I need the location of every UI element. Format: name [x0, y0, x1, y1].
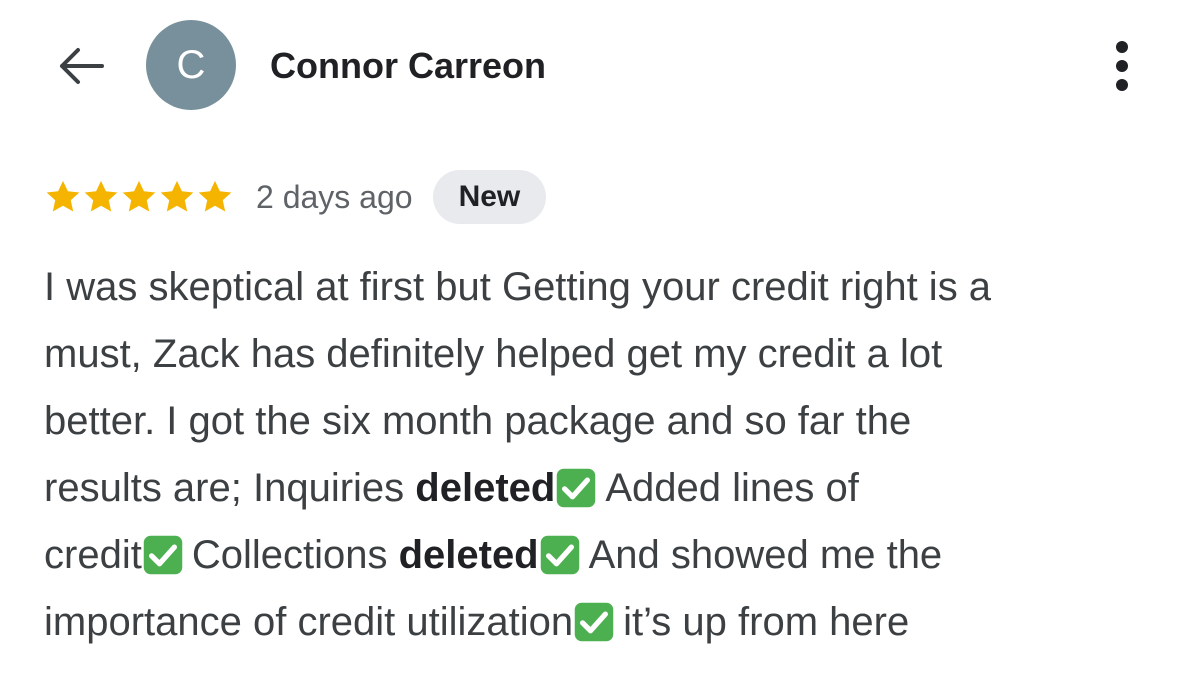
review-text-emphasis: deleted	[415, 466, 556, 510]
review-text-segment: must, Zack has definitely helped get my …	[44, 332, 943, 376]
white-check-mark-icon	[540, 535, 579, 575]
review-text-segment: I was skeptical at first but Getting you…	[44, 265, 992, 309]
star-rating	[44, 178, 234, 216]
review-line: I was skeptical at first but Getting you…	[44, 254, 1174, 321]
review-line: importance of credit utilization it’s up …	[44, 589, 1174, 656]
review-text-segment: it’s up from here	[623, 600, 910, 644]
white-check-mark-icon	[143, 535, 183, 575]
review-text-segment: credit	[44, 533, 142, 577]
avatar-letter: C	[176, 42, 206, 87]
star-icon	[46, 180, 80, 212]
review-line: credit Collections deleted And showed me t…	[44, 522, 1174, 589]
review-text-segment: Added lines of	[605, 466, 859, 510]
review-text-emphasis: deleted	[398, 533, 539, 577]
review-text-segment: better. I got the six month package and …	[44, 399, 912, 443]
review-time: 2 days ago	[256, 178, 413, 215]
review-meta: 2 days ago New	[44, 168, 547, 226]
review-text-segment: results are; Inquiries	[44, 466, 416, 510]
arrow-left-icon	[60, 48, 104, 84]
review-text-segment: importance of credit utilization	[44, 600, 574, 644]
back-button[interactable]	[50, 40, 110, 92]
review-header: C Connor Carreon	[0, 0, 1200, 130]
white-check-mark-icon	[574, 602, 614, 642]
review-line: results are; Inquiries deleted Added line…	[44, 455, 1174, 522]
more-options-button[interactable]	[1100, 36, 1144, 96]
author-name[interactable]: Connor Carreon	[270, 44, 546, 88]
review-text: I was skeptical at first but Getting you…	[44, 254, 1174, 656]
review-text-segment: And showed me the	[588, 533, 943, 577]
star-icon	[198, 180, 232, 212]
star-icon	[160, 180, 194, 212]
star-icon	[84, 180, 118, 212]
more-vertical-icon	[1116, 41, 1128, 91]
review-line: must, Zack has definitely helped get my …	[44, 321, 1174, 388]
avatar[interactable]: C	[146, 20, 236, 110]
new-badge: New	[432, 170, 547, 224]
review-text-segment: Collections	[191, 533, 399, 577]
white-check-mark-icon	[557, 468, 596, 508]
review-line: better. I got the six month package and …	[44, 388, 1174, 455]
star-icon	[122, 180, 156, 212]
